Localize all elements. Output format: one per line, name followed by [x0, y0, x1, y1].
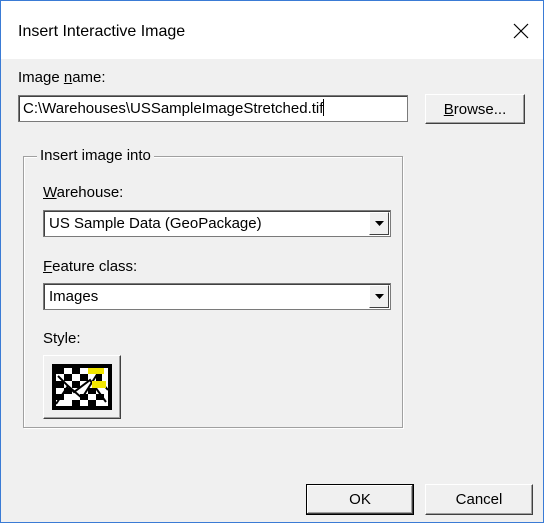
dialog-title: Insert Interactive Image: [18, 23, 186, 40]
cancel-button-label: Cancel: [455, 491, 503, 508]
image-name-label: Image name:: [18, 69, 106, 86]
ok-button-label: OK: [349, 491, 371, 508]
image-name-input[interactable]: C:\Warehouses\USSampleImageStretched.tif: [18, 95, 408, 122]
group-legend: Insert image into: [37, 147, 154, 164]
warehouse-dropdown-button[interactable]: [369, 212, 389, 235]
title-bar: Insert Interactive Image: [1, 1, 543, 59]
browse-button[interactable]: Browse...: [425, 94, 525, 124]
warehouse-label: Warehouse:: [43, 184, 124, 201]
feature-class-select[interactable]: Images: [43, 283, 391, 310]
chevron-down-icon: [374, 221, 384, 226]
warehouse-selected-value: US Sample Data (GeoPackage): [49, 215, 262, 232]
style-label: Style:: [43, 330, 81, 347]
close-icon: [513, 23, 529, 39]
image-name-value: C:\Warehouses\USSampleImageStretched.tif: [23, 100, 324, 117]
feature-class-dropdown-button[interactable]: [369, 285, 389, 308]
text-caret: [323, 99, 325, 116]
browse-button-label: Browse...: [443, 100, 507, 118]
image-style-icon: [52, 364, 112, 410]
feature-class-label: Feature class:: [43, 258, 138, 275]
close-button[interactable]: [499, 9, 543, 53]
cancel-button[interactable]: Cancel: [425, 484, 533, 515]
insert-interactive-image-dialog: Insert Interactive Image Image name: C:\…: [0, 0, 544, 523]
style-button[interactable]: [43, 355, 121, 419]
chevron-down-icon: [374, 294, 384, 299]
feature-class-selected-value: Images: [49, 288, 99, 305]
warehouse-select[interactable]: US Sample Data (GeoPackage): [43, 210, 391, 237]
ok-button[interactable]: OK: [306, 484, 414, 515]
